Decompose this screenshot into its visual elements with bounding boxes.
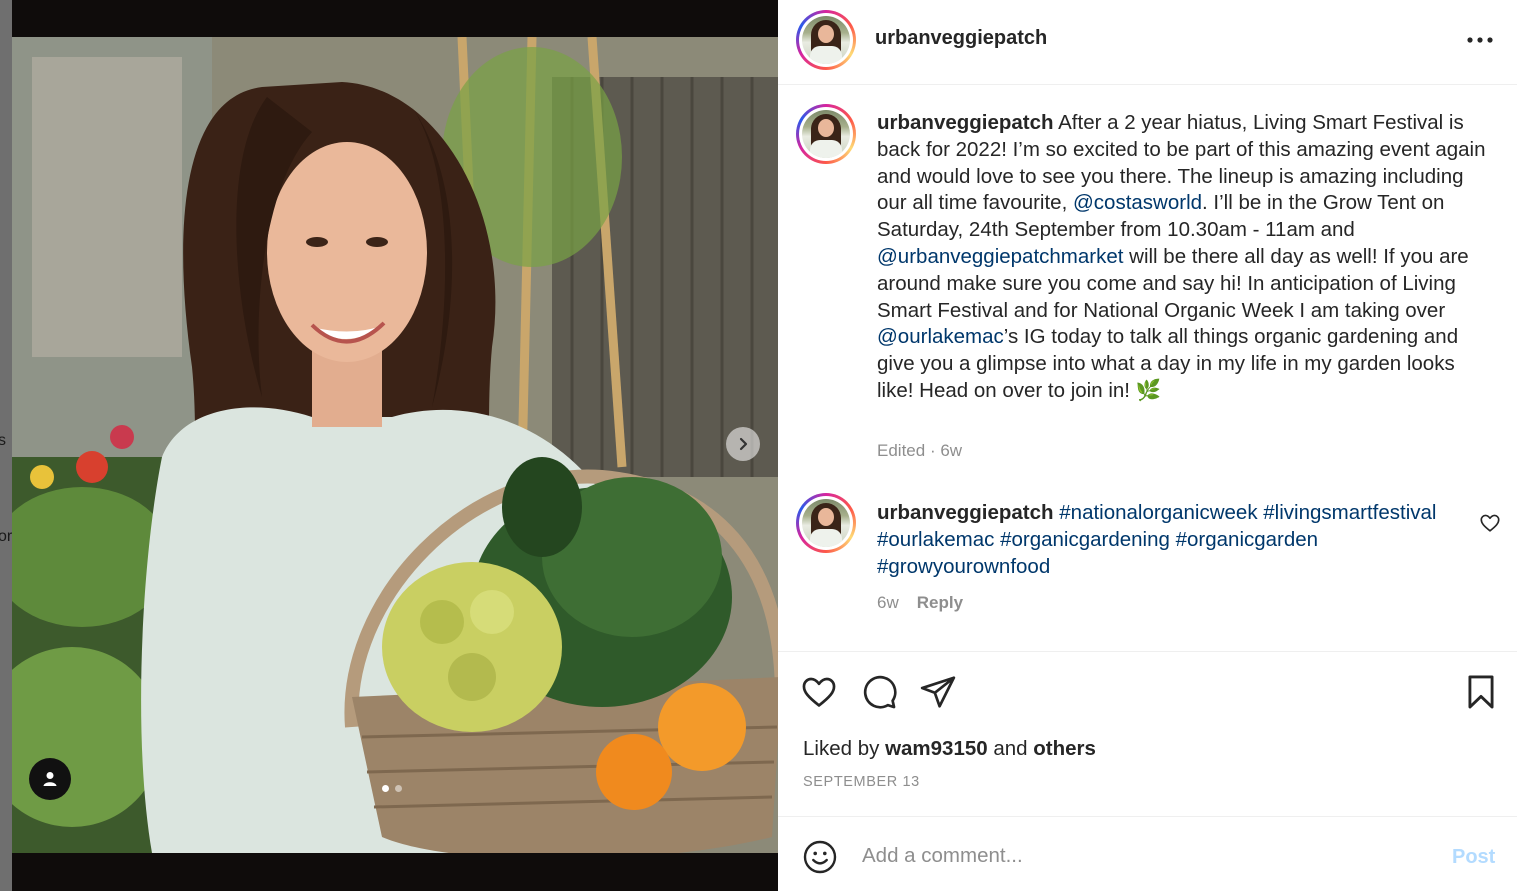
post-media <box>12 0 778 891</box>
like-button[interactable] <box>800 673 838 711</box>
comment-input[interactable] <box>862 841 1422 871</box>
post-details-panel: urbanveggiepatch urbanveggiepatch After … <box>778 0 1517 891</box>
post-actions: Liked by wam93150 and others SEPTEMBER 1… <box>778 651 1517 816</box>
mention-link[interactable]: @costasworld <box>1073 191 1202 214</box>
emoji-button[interactable] <box>802 839 838 875</box>
heart-outline-icon <box>1480 514 1500 532</box>
carousel-next-button[interactable] <box>726 427 760 461</box>
post-date[interactable]: SEPTEMBER 13 <box>803 774 920 790</box>
hashtag-link[interactable]: #organicgardening <box>1000 528 1170 551</box>
hashtag-link[interactable]: #ourlakemac <box>877 528 994 551</box>
post-caption: urbanveggiepatch After a 2 year hiatus, … <box>877 110 1492 405</box>
photo-illustration <box>12 37 778 853</box>
post-header: urbanveggiepatch <box>778 0 1517 85</box>
comment-meta: 6w Reply <box>877 593 963 613</box>
edge-text-fragment: or <box>0 528 13 545</box>
more-horizontal-icon <box>1467 37 1493 43</box>
header-username[interactable]: urbanveggiepatch <box>875 27 1047 50</box>
likes-prefix: Liked by <box>803 737 886 760</box>
hashtag-link[interactable]: #organicgarden <box>1176 528 1318 551</box>
likes-and: and <box>987 737 1034 760</box>
share-icon <box>920 676 956 708</box>
heart-icon <box>802 677 836 707</box>
comment-button[interactable] <box>860 673 898 711</box>
avatar[interactable] <box>796 10 856 70</box>
hashtag-link[interactable]: #growyourownfood <box>877 555 1050 578</box>
meta-separator: · <box>929 441 936 460</box>
hashtag-link[interactable]: #nationalorganicweek <box>1059 501 1257 524</box>
mention-link[interactable]: @ourlakemac <box>877 325 1004 348</box>
comment-avatar[interactable] <box>796 493 856 553</box>
background-window-edge: s or <box>0 0 12 891</box>
hashtag-link[interactable]: #livingsmartfestival <box>1263 501 1436 524</box>
tagged-users-button[interactable] <box>29 758 71 800</box>
share-button[interactable] <box>919 673 957 711</box>
caption-avatar[interactable] <box>796 104 856 164</box>
post-photo <box>12 37 778 853</box>
edge-text-fragment: s <box>0 432 6 449</box>
more-options-button[interactable] <box>1466 26 1494 54</box>
add-comment-bar: Post <box>778 816 1517 891</box>
carousel-dot-active <box>382 785 389 792</box>
bookmark-icon <box>1468 675 1494 709</box>
leaf-emoji: 🌿 <box>1135 378 1162 402</box>
edited-label: Edited <box>877 441 926 460</box>
save-button[interactable] <box>1462 673 1500 711</box>
likes-summary: Liked by wam93150 and others <box>803 737 1096 761</box>
comment: urbanveggiepatch #nationalorganicweek #l… <box>877 500 1437 580</box>
caption-time[interactable]: 6w <box>940 441 962 460</box>
comment-like-button[interactable] <box>1479 512 1501 534</box>
mention-link[interactable]: @urbanveggiepatchmarket <box>877 245 1123 268</box>
person-icon <box>43 772 57 786</box>
comment-time[interactable]: 6w <box>877 593 899 613</box>
carousel-indicator <box>382 785 402 792</box>
reply-button[interactable]: Reply <box>917 593 963 613</box>
post-comment-button[interactable]: Post <box>1452 846 1495 869</box>
caption-meta: Edited · 6w <box>877 441 962 461</box>
chevron-right-icon <box>739 437 748 451</box>
comment-username[interactable]: urbanveggiepatch <box>877 501 1054 524</box>
liked-by-user-link[interactable]: wam93150 <box>885 737 988 760</box>
likes-others-link[interactable]: others <box>1033 737 1096 760</box>
smiley-icon <box>803 840 837 874</box>
caption-username[interactable]: urbanveggiepatch <box>877 111 1054 134</box>
comment-icon <box>863 675 897 709</box>
carousel-dot <box>395 785 402 792</box>
